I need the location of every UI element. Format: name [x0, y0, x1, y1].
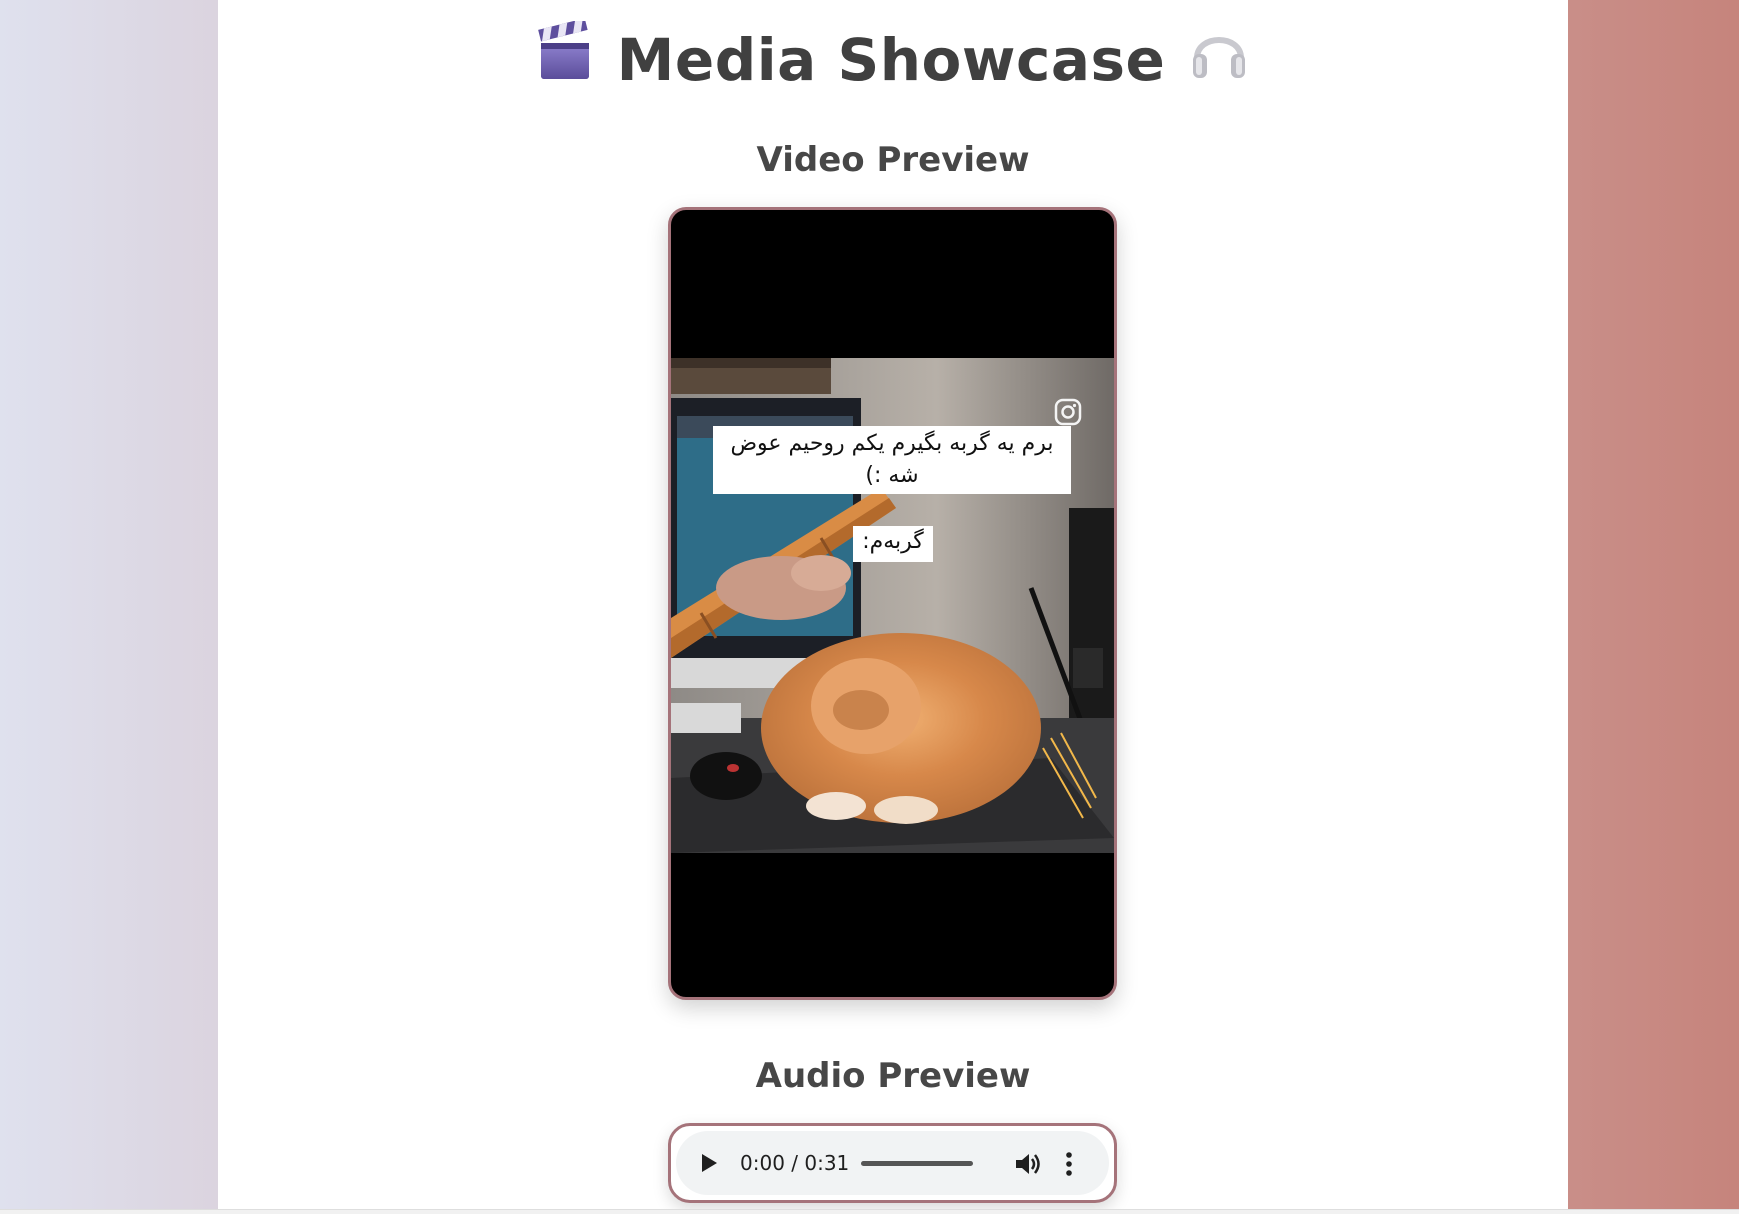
video-caption-small: گربه‌م: — [853, 526, 933, 562]
instagram-icon — [1054, 398, 1082, 426]
page-title: Media Showcase — [218, 18, 1568, 100]
audio-preview-heading: Audio Preview — [755, 1056, 1031, 1096]
audio-seek-bar[interactable] — [861, 1161, 973, 1166]
video-player[interactable]: برم یه گربه بگیرم یکم روحیم عوض شه :) گر… — [668, 207, 1117, 1000]
title-text: Media Showcase — [616, 25, 1166, 94]
bottom-scroll-edge — [0, 1209, 1739, 1214]
video-preview-heading: Video Preview — [756, 140, 1030, 180]
headphones-icon — [1189, 20, 1249, 100]
video-frame-image: برم یه گربه بگیرم یکم روحیم عوض شه :) گر… — [671, 358, 1114, 853]
more-vert-icon[interactable] — [1065, 1151, 1073, 1177]
video-caption-main: برم یه گربه بگیرم یکم روحیم عوض شه :) — [713, 426, 1071, 494]
play-icon[interactable] — [698, 1151, 720, 1175]
volume-icon[interactable] — [1014, 1151, 1042, 1177]
content-card: Media Showcase Video Preview برم یه گربه… — [218, 0, 1568, 1209]
clapper-board-icon — [537, 18, 593, 99]
audio-player: 0:00 / 0:31 — [676, 1131, 1109, 1195]
audio-player-frame: 0:00 / 0:31 — [668, 1123, 1117, 1203]
audio-time-display: 0:00 / 0:31 — [740, 1151, 850, 1175]
